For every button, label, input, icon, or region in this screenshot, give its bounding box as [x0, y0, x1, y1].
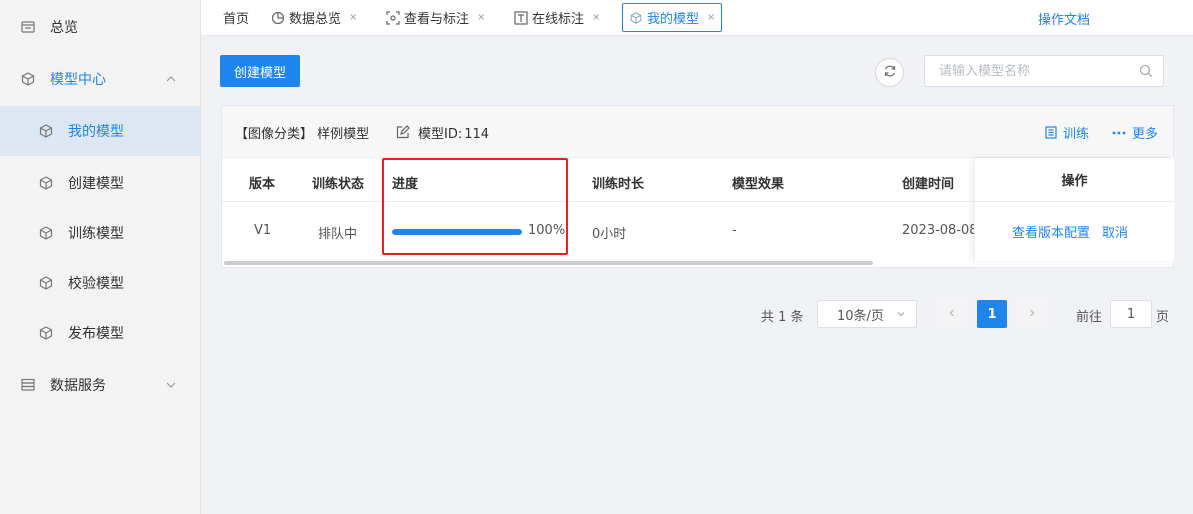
- refresh-button[interactable]: [875, 58, 904, 87]
- more-dots-icon: [1112, 131, 1126, 135]
- col-status: 训练状态: [312, 177, 365, 192]
- model-id-value: 114: [464, 127, 490, 142]
- chevron-down-icon: [895, 308, 907, 320]
- more-label: 更多: [1132, 127, 1159, 142]
- edit-icon[interactable]: [396, 125, 410, 139]
- cell-duration: 0小时: [592, 227, 627, 242]
- sidebar-item-publish-model[interactable]: 发布模型: [0, 308, 201, 358]
- close-icon[interactable]: ×: [592, 12, 600, 23]
- text-box-icon: [514, 10, 528, 25]
- progress-bar: [392, 229, 522, 235]
- sidebar-item-create-model[interactable]: 创建模型: [0, 158, 201, 208]
- cell-status: 排队中: [318, 227, 358, 242]
- sidebar-item-label: 训练模型: [68, 226, 124, 242]
- tab-data-overview[interactable]: 数据总览 ×: [271, 3, 357, 32]
- col-effect: 模型效果: [732, 177, 785, 192]
- progress-fill: [392, 229, 522, 235]
- actions-cell: 查看版本配置 取消: [975, 202, 1174, 260]
- model-id-label: 模型ID:: [418, 127, 463, 142]
- tab-my-models[interactable]: 我的模型 ×: [622, 3, 723, 32]
- col-progress: 进度: [392, 177, 419, 192]
- database-icon: [20, 377, 36, 393]
- sidebar-item-label: 总览: [50, 20, 78, 36]
- search-icon[interactable]: [1139, 64, 1153, 78]
- search-input[interactable]: [925, 56, 1125, 86]
- tab-label: 查看与标注: [404, 12, 470, 27]
- annotate-icon: [386, 10, 400, 25]
- overview-icon: [20, 19, 36, 35]
- tab-label: 数据总览: [289, 12, 342, 27]
- goto-label: 前往: [1076, 310, 1103, 325]
- chevron-right-icon: [1027, 306, 1037, 322]
- chevron-down-icon: [163, 377, 179, 393]
- sidebar-item-train-model[interactable]: 训练模型: [0, 208, 201, 258]
- tab-bar: 首页 数据总览 × 查看与标注 × 在线标注 × 我的模型 × 操作文档: [201, 0, 1193, 36]
- tab-view-annotate[interactable]: 查看与标注 ×: [386, 3, 485, 32]
- sidebar-item-data-service[interactable]: 数据服务: [0, 360, 201, 410]
- cube-icon: [38, 123, 54, 139]
- cube-check-icon: [38, 275, 54, 291]
- close-icon[interactable]: ×: [477, 12, 485, 23]
- sidebar-item-label: 我的模型: [68, 124, 124, 140]
- sidebar-item-overview[interactable]: 总览: [0, 2, 201, 52]
- page-size-value: 10条/页: [837, 308, 884, 324]
- sidebar-item-model-center[interactable]: 模型中心: [0, 54, 201, 104]
- refresh-icon: [883, 64, 897, 82]
- sidebar-item-label: 模型中心: [50, 72, 106, 88]
- page-number-current[interactable]: 1: [977, 300, 1007, 328]
- pagination-total: 共 1 条: [761, 310, 804, 325]
- close-icon[interactable]: ×: [707, 12, 715, 23]
- model-id: 模型ID: 114: [418, 123, 489, 142]
- col-version: 版本: [249, 177, 276, 192]
- prev-page-button[interactable]: [937, 300, 967, 328]
- train-label: 训练: [1063, 127, 1090, 142]
- next-page-button[interactable]: [1017, 300, 1047, 328]
- sidebar-item-validate-model[interactable]: 校验模型: [0, 258, 201, 308]
- sidebar-item-label: 数据服务: [50, 378, 106, 394]
- cell-version: V1: [254, 223, 272, 238]
- cube-icon: [629, 11, 643, 25]
- tab-home[interactable]: 首页: [223, 3, 249, 32]
- chart-pie-icon: [271, 11, 285, 25]
- cube-outline-icon: [38, 175, 54, 191]
- col-actions: 操作: [975, 158, 1174, 202]
- create-model-button[interactable]: 创建模型: [220, 55, 300, 87]
- card-header: 【图像分类】 样例模型 模型ID: 114 训练 更多: [222, 106, 1173, 158]
- actions-column: 操作 查看版本配置 取消: [974, 158, 1174, 261]
- col-duration: 训练时长: [592, 177, 645, 192]
- more-button[interactable]: 更多: [1112, 123, 1158, 142]
- sidebar: 总览 模型中心 我的模型 创建模型 训练模型 校验模型 发布模型 数据服务: [0, 0, 201, 514]
- search-box: [924, 55, 1164, 87]
- sidebar-item-label: 创建模型: [68, 176, 124, 192]
- sidebar-item-label: 发布模型: [68, 326, 124, 342]
- document-icon: [1045, 126, 1057, 139]
- page-size-select[interactable]: 10条/页: [817, 300, 917, 328]
- cell-effect: -: [732, 223, 737, 238]
- docs-link[interactable]: 操作文档: [1038, 9, 1090, 28]
- tab-label: 我的模型: [647, 12, 700, 27]
- cube-icon: [20, 71, 36, 87]
- train-button[interactable]: 训练: [1045, 123, 1089, 142]
- sidebar-item-my-models[interactable]: 我的模型: [0, 106, 201, 156]
- goto-page-input[interactable]: [1110, 300, 1152, 328]
- tab-label: 首页: [223, 12, 250, 27]
- model-title: 【图像分类】 样例模型: [235, 127, 370, 142]
- model-card: 【图像分类】 样例模型 模型ID: 114 训练 更多 版本 训练状态 进度 训…: [221, 105, 1174, 268]
- tab-online-annotate[interactable]: 在线标注 ×: [514, 3, 600, 32]
- goto-suffix: 页: [1156, 310, 1170, 325]
- chevron-up-icon: [163, 71, 179, 87]
- close-icon[interactable]: ×: [349, 12, 357, 23]
- cancel-link[interactable]: 取消: [1102, 222, 1128, 241]
- cube-outline-icon: [38, 225, 54, 241]
- cube-publish-icon: [38, 325, 54, 341]
- chevron-left-icon: [947, 306, 957, 322]
- col-created: 创建时间: [902, 177, 955, 192]
- progress-text: 100%: [528, 223, 566, 238]
- view-config-link[interactable]: 查看版本配置: [1012, 222, 1090, 241]
- sidebar-item-label: 校验模型: [68, 276, 124, 292]
- tab-label: 在线标注: [532, 12, 585, 27]
- main-content: 创建模型 【图像分类】 样例模型 模型ID:114 训练: [201, 36, 1193, 514]
- horizontal-scrollbar[interactable]: [224, 261, 873, 265]
- cell-created: 2023-08-08: [902, 223, 978, 238]
